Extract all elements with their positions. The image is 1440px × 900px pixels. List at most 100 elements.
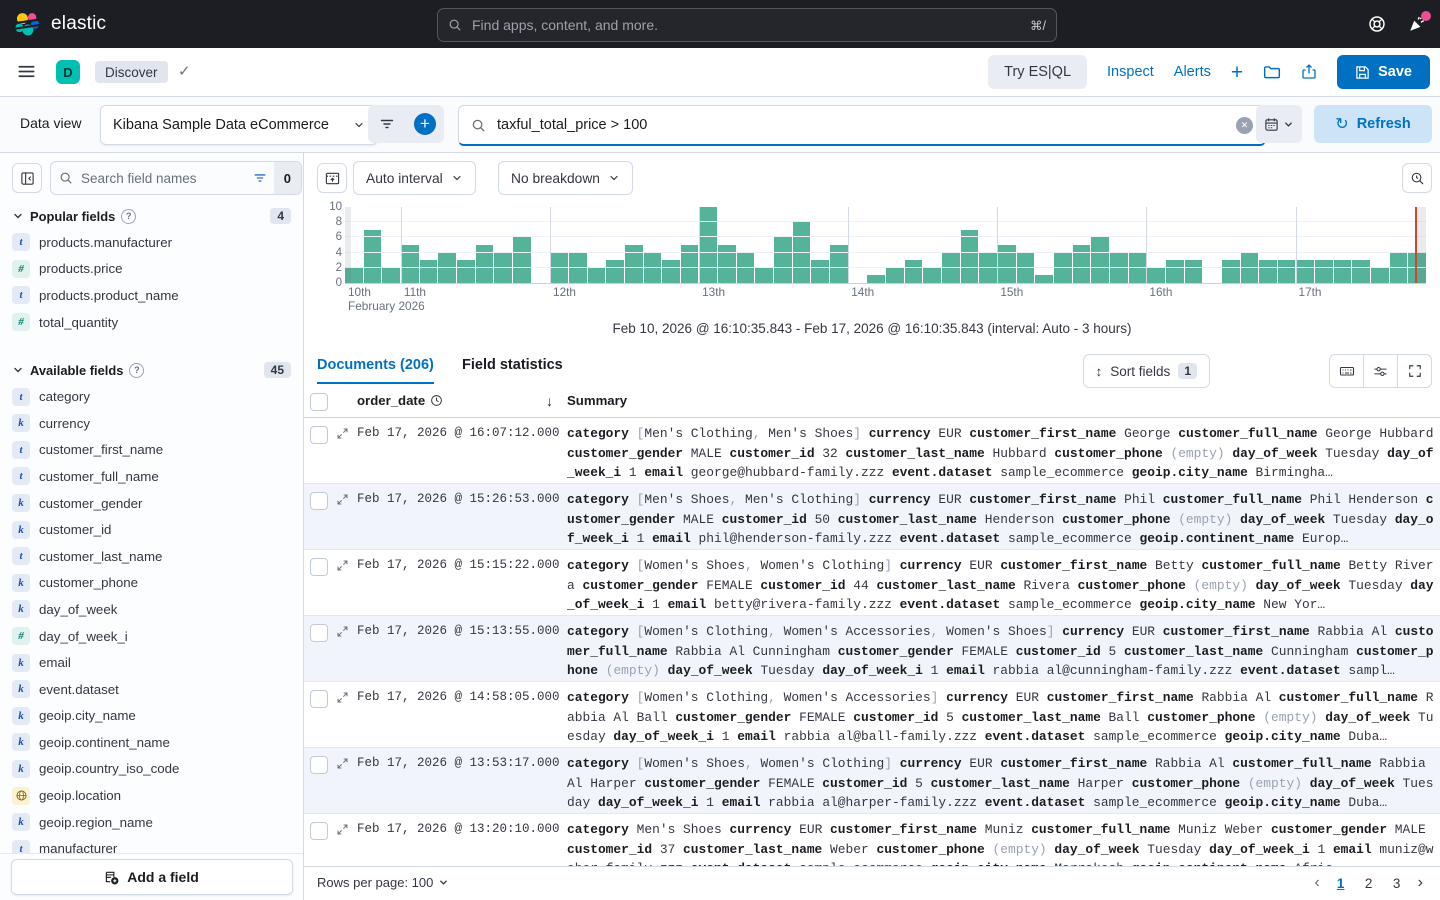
- row-checkbox[interactable]: [310, 558, 328, 576]
- row-checkbox[interactable]: [310, 756, 328, 774]
- field-name: day_of_week_i: [39, 629, 128, 644]
- field-item-geoip.city_name[interactable]: kgeoip.city_name: [12, 703, 291, 730]
- breakdown-label: No breakdown: [511, 171, 600, 186]
- tab-documents[interactable]: Documents (206): [317, 357, 434, 384]
- query-input-bar[interactable]: ✕: [458, 105, 1266, 146]
- save-button[interactable]: Save: [1337, 55, 1430, 89]
- news-party-popper-icon[interactable]: [1408, 15, 1426, 33]
- field-filter-funnel-icon[interactable]: [246, 171, 274, 185]
- fullscreen-icon[interactable]: [1397, 355, 1431, 387]
- display-options-icon[interactable]: [1363, 355, 1397, 387]
- field-item-currency[interactable]: kcurrency: [12, 410, 291, 437]
- row-checkbox[interactable]: [310, 624, 328, 642]
- field-item-category[interactable]: tcategory: [12, 383, 291, 410]
- chevron-down-icon: [438, 877, 449, 888]
- field-item-total_quantity[interactable]: #total_quantity: [12, 309, 291, 336]
- add-filter-button[interactable]: +: [406, 105, 444, 143]
- expand-document-icon[interactable]: [336, 427, 349, 440]
- save-button-label: Save: [1378, 64, 1412, 80]
- field-item-customer_gender[interactable]: kcustomer_gender: [12, 490, 291, 517]
- field-item-geoip.location[interactable]: geoip.location: [12, 782, 291, 809]
- field-search-input[interactable]: [79, 170, 240, 187]
- row-checkbox[interactable]: [310, 492, 328, 510]
- keyword-field-icon: k: [12, 654, 30, 672]
- auto-interval-dropdown[interactable]: Auto interval: [353, 161, 476, 195]
- expand-document-icon[interactable]: [336, 823, 349, 836]
- page-3[interactable]: 3: [1385, 876, 1409, 891]
- next-page-icon[interactable]: ›: [1415, 874, 1426, 892]
- query-input[interactable]: [495, 116, 1227, 134]
- field-item-customer_first_name[interactable]: tcustomer_first_name: [12, 437, 291, 464]
- results-tabs: Documents (206) Field statistics ↕ Sort …: [304, 351, 1440, 389]
- try-esql-button[interactable]: Try ES|QL: [988, 55, 1087, 89]
- field-item-customer_full_name[interactable]: tcustomer_full_name: [12, 463, 291, 490]
- add-field-button[interactable]: Add a field: [11, 859, 293, 895]
- expand-document-icon[interactable]: [336, 757, 349, 770]
- available-fields-header[interactable]: Available fields ? 45: [12, 357, 291, 383]
- expand-document-icon[interactable]: [336, 559, 349, 572]
- field-item-day_of_week[interactable]: kday_of_week: [12, 596, 291, 623]
- space-avatar[interactable]: D: [56, 60, 80, 84]
- new-session-plus-icon[interactable]: +: [1231, 62, 1243, 83]
- field-item-products.price[interactable]: #products.price: [12, 256, 291, 283]
- field-item-event.dataset[interactable]: kevent.dataset: [12, 676, 291, 703]
- field-search-box[interactable]: 0: [50, 161, 302, 195]
- open-folder-icon[interactable]: [1263, 63, 1281, 81]
- rows-per-page-dropdown[interactable]: Rows per page: 100: [317, 875, 449, 890]
- keyboard-shortcuts-icon[interactable]: [1330, 355, 1363, 387]
- text-field-icon: t: [12, 286, 30, 304]
- tab-field-statistics[interactable]: Field statistics: [462, 357, 563, 384]
- page-1[interactable]: 1: [1329, 876, 1353, 891]
- elastic-logo[interactable]: elastic: [14, 11, 106, 38]
- sort-fields-button[interactable]: ↕ Sort fields 1: [1083, 354, 1210, 388]
- field-item-email[interactable]: kemail: [12, 649, 291, 676]
- field-item-geoip.region_name[interactable]: kgeoip.region_name: [12, 809, 291, 836]
- field-item-geoip.continent_name[interactable]: kgeoip.continent_name: [12, 729, 291, 756]
- page-2[interactable]: 2: [1357, 876, 1381, 891]
- alerts-link[interactable]: Alerts: [1174, 64, 1211, 80]
- expand-document-icon[interactable]: [336, 691, 349, 704]
- histogram-bars: [345, 207, 1426, 283]
- global-search-input[interactable]: [470, 16, 1022, 34]
- date-picker-button[interactable]: [1256, 105, 1302, 143]
- field-item-manufacturer[interactable]: tmanufacturer: [12, 835, 291, 854]
- keyword-field-icon: k: [12, 680, 30, 698]
- chevron-down-icon: [608, 172, 620, 184]
- field-item-products.product_name[interactable]: tproducts.product_name: [12, 282, 291, 309]
- row-checkbox[interactable]: [310, 426, 328, 444]
- filter-funnel-icon[interactable]: [368, 105, 406, 143]
- clear-query-icon[interactable]: ✕: [1236, 117, 1253, 134]
- expand-document-icon[interactable]: [336, 625, 349, 638]
- field-name: currency: [39, 416, 90, 431]
- select-all-checkbox[interactable]: [310, 393, 328, 411]
- notification-dot: [1421, 11, 1431, 21]
- collapse-sidebar-button[interactable]: [12, 163, 42, 193]
- field-item-customer_phone[interactable]: kcustomer_phone: [12, 570, 291, 597]
- field-item-products.manufacturer[interactable]: tproducts.manufacturer: [12, 229, 291, 256]
- share-icon[interactable]: [1301, 64, 1317, 80]
- field-item-customer_last_name[interactable]: tcustomer_last_name: [12, 543, 291, 570]
- inspect-link[interactable]: Inspect: [1107, 64, 1154, 80]
- x-tick-label: 14th: [848, 285, 874, 299]
- refresh-button[interactable]: ↻ Refresh: [1314, 105, 1432, 143]
- edit-histogram-button[interactable]: [317, 163, 347, 193]
- sort-direction-icon[interactable]: ↓: [546, 393, 553, 409]
- breakdown-dropdown[interactable]: No breakdown: [498, 161, 633, 195]
- search-session-button[interactable]: [1402, 163, 1432, 193]
- histogram-bar: [1278, 260, 1296, 283]
- previous-page-icon[interactable]: ‹: [1311, 874, 1322, 892]
- breadcrumb-discover[interactable]: Discover: [95, 61, 168, 83]
- data-view-select[interactable]: Kibana Sample Data eCommerce: [100, 105, 378, 145]
- field-item-geoip.country_iso_code[interactable]: kgeoip.country_iso_code: [12, 756, 291, 783]
- menu-hamburger-icon[interactable]: [17, 62, 36, 81]
- histogram-bar: [699, 207, 717, 283]
- field-item-day_of_week_i[interactable]: #day_of_week_i: [12, 623, 291, 650]
- help-icon[interactable]: [1368, 15, 1386, 33]
- popular-fields-header[interactable]: Popular fields ? 4: [12, 203, 291, 229]
- row-checkbox[interactable]: [310, 822, 328, 840]
- column-header-order-date[interactable]: order_date: [357, 393, 443, 408]
- row-checkbox[interactable]: [310, 690, 328, 708]
- field-item-customer_id[interactable]: kcustomer_id: [12, 516, 291, 543]
- expand-document-icon[interactable]: [336, 493, 349, 506]
- global-search-bar[interactable]: ⌘/: [437, 8, 1057, 42]
